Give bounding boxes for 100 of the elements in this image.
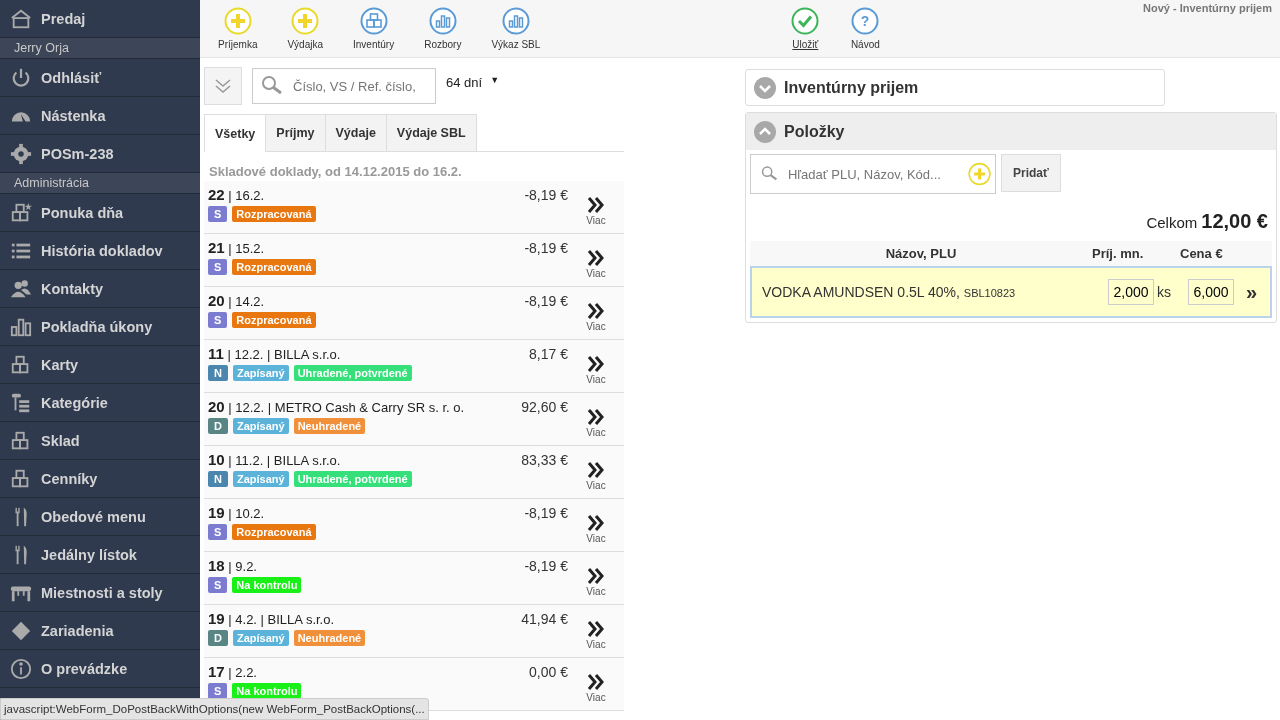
item-search-box[interactable]: Hľadať PLU, Názov, Kód... bbox=[750, 154, 996, 194]
toolbar-button[interactable]: ? Návod bbox=[840, 0, 891, 57]
document-row[interactable]: 22 | 16.2. S Rozpracovaná -8,19 € Viac bbox=[204, 181, 624, 234]
sidebar-item[interactable]: Pokladňa úkony bbox=[0, 308, 200, 346]
double-chevron-icon bbox=[587, 461, 605, 478]
more-button[interactable]: Viac bbox=[568, 605, 624, 657]
price-field[interactable]: 6,000 bbox=[1188, 279, 1234, 305]
list-heading: Skladové doklady, od 14.12.2015 do 16.2. bbox=[208, 163, 463, 181]
document-row[interactable]: 19 | 10.2. S Rozpracovaná -8,19 € Viac bbox=[204, 499, 624, 552]
double-chevron-icon bbox=[587, 514, 605, 531]
type-badge: S bbox=[208, 206, 228, 222]
double-chevron-icon bbox=[587, 249, 605, 266]
sidebar-item[interactable]: Nástenka bbox=[0, 97, 200, 135]
document-row[interactable]: 20 | 12.2. | METRO Cash & Carry SR s. r. o. D Zapísaný Neuhradené 92,60 € Viac bbox=[204, 393, 624, 446]
sidebar-item[interactable]: Kontakty bbox=[0, 270, 200, 308]
double-chevron-icon bbox=[587, 620, 605, 637]
tab[interactable]: Príjmy bbox=[265, 114, 326, 151]
sidebar-item[interactable]: Miestnosti a stoly bbox=[0, 574, 200, 612]
document-amount: 83,33 € bbox=[520, 451, 568, 470]
double-chevron-icon bbox=[587, 567, 605, 584]
sidebar-item[interactable]: Jedálny lístok bbox=[0, 536, 200, 574]
tab[interactable]: Výdaje bbox=[324, 114, 387, 151]
plus-icon bbox=[223, 7, 252, 35]
expand-button[interactable] bbox=[204, 67, 242, 105]
tab[interactable]: Výdaje SBL bbox=[385, 114, 477, 151]
document-row[interactable]: 21 | 15.2. S Rozpracovaná -8,19 € Viac bbox=[204, 234, 624, 287]
sidebar-item[interactable]: História dokladov bbox=[0, 232, 200, 270]
more-button[interactable]: Viac bbox=[568, 446, 624, 498]
double-chevron-icon bbox=[587, 196, 605, 213]
house-icon bbox=[10, 7, 32, 30]
sidebar-item[interactable]: O prevádzke bbox=[0, 650, 200, 688]
status-badge: Rozpracovaná bbox=[232, 259, 316, 275]
toolbar-button[interactable]: Príjemka bbox=[208, 0, 268, 57]
more-button[interactable]: Viac bbox=[568, 552, 624, 604]
document-title: 10 | 11.2. | BILLA s.r.o. bbox=[208, 451, 342, 468]
sidebar-section-label: Administrácia bbox=[0, 173, 200, 194]
sidebar-section-label: Jerry Orja bbox=[0, 38, 200, 59]
document-amount: 0,00 € bbox=[528, 663, 568, 682]
type-badge: D bbox=[208, 630, 228, 646]
more-button[interactable]: Viac bbox=[568, 499, 624, 551]
type-badge: S bbox=[208, 312, 228, 328]
section-header[interactable]: Inventúrny prijem bbox=[746, 70, 1164, 105]
sidebar-item[interactable]: Kategórie bbox=[0, 384, 200, 422]
document-title: 20 | 14.2. bbox=[208, 292, 266, 309]
document-row[interactable]: 20 | 14.2. S Rozpracovaná -8,19 € Viac bbox=[204, 287, 624, 340]
double-chevron-icon bbox=[587, 355, 605, 372]
more-button[interactable]: Viac bbox=[568, 287, 624, 339]
sidebar-item[interactable]: Zariadenia bbox=[0, 612, 200, 650]
total-label: Celkom bbox=[1146, 214, 1198, 231]
add-button[interactable]: Pridať bbox=[1001, 154, 1061, 192]
more-button[interactable]: Viac bbox=[568, 234, 624, 286]
more-button[interactable]: Viac bbox=[568, 658, 624, 710]
sidebar-item[interactable]: Karty bbox=[0, 346, 200, 384]
sidebar-item[interactable]: Odhlásiť bbox=[0, 59, 200, 97]
search-box[interactable]: Číslo, VS / Ref. číslo, bbox=[252, 68, 436, 104]
document-row[interactable]: 10 | 11.2. | BILLA s.r.o. N Zapísaný Uhradené, potvrdené 83,33 € Viac bbox=[204, 446, 624, 499]
row-more-link[interactable]: » bbox=[1246, 280, 1260, 304]
document-row[interactable]: 11 | 12.2. | BILLA s.r.o. N Zapísaný Uhradené, potvrdené 8,17 € Viac bbox=[204, 340, 624, 393]
diamond-icon bbox=[10, 619, 32, 642]
double-chevron-icon bbox=[587, 673, 605, 690]
toolbar-button[interactable]: Rozbory bbox=[414, 0, 472, 57]
document-amount: -8,19 € bbox=[523, 504, 568, 523]
document-title: 17 | 2.2. bbox=[208, 663, 258, 680]
tab[interactable]: Všetky bbox=[204, 114, 267, 152]
status-badge: Zapísaný bbox=[232, 630, 289, 646]
toolbar-button[interactable]: Výdajka bbox=[277, 0, 334, 57]
type-badge: D bbox=[208, 418, 228, 434]
period-dropdown[interactable]: 64 dní ▼ bbox=[446, 75, 500, 90]
more-button[interactable]: Viac bbox=[568, 181, 624, 233]
more-button[interactable]: Viac bbox=[568, 393, 624, 445]
people-icon bbox=[10, 277, 32, 300]
collapse-icon bbox=[754, 120, 776, 143]
section-header[interactable]: Položky bbox=[746, 113, 1276, 150]
toolbar-button[interactable]: Uložiť bbox=[780, 0, 831, 57]
chevron-down-icon bbox=[213, 76, 233, 96]
sidebar-item[interactable]: Obedové menu bbox=[0, 498, 200, 536]
document-title: 22 | 16.2. bbox=[208, 186, 266, 203]
sidebar-item[interactable]: Sklad bbox=[0, 422, 200, 460]
quantity-field[interactable]: 2,000 bbox=[1108, 279, 1154, 305]
expand-icon bbox=[754, 76, 776, 99]
search-icon bbox=[261, 75, 283, 97]
boxes-star-icon bbox=[10, 201, 32, 224]
more-button[interactable]: Viac bbox=[568, 340, 624, 392]
sidebar-item[interactable]: Cenníky bbox=[0, 460, 200, 498]
column-header: Príj. mn. bbox=[1092, 246, 1145, 261]
toolbar-button[interactable]: Výkaz SBL bbox=[481, 0, 551, 57]
double-chevron-icon bbox=[587, 302, 605, 319]
unit-label: ks bbox=[1157, 284, 1171, 300]
document-row[interactable]: 18 | 9.2. S Na kontrolu -8,19 € Viac bbox=[204, 552, 624, 605]
status-badge: Rozpracovaná bbox=[232, 312, 316, 328]
total-amount: 12,00 € bbox=[1201, 210, 1268, 232]
document-row[interactable]: 19 | 4.2. | BILLA s.r.o. D Zapísaný Neuhradené 41,94 € Viac bbox=[204, 605, 624, 658]
item-name: VODKA AMUNDSEN 0.5L 40%, SBL10823 bbox=[762, 284, 1017, 300]
toolbar-button[interactable]: Inventúry bbox=[343, 0, 405, 57]
document-title: 19 | 4.2. | BILLA s.r.o. bbox=[208, 610, 336, 627]
boxes-icon bbox=[359, 7, 388, 35]
sidebar-item[interactable]: Ponuka dňa bbox=[0, 194, 200, 232]
item-row[interactable]: VODKA AMUNDSEN 0.5L 40%, SBL10823 2,000 ks 6,000 » bbox=[750, 266, 1272, 318]
document-amount: -8,19 € bbox=[523, 186, 568, 205]
status-badge: Zapísaný bbox=[232, 365, 289, 381]
